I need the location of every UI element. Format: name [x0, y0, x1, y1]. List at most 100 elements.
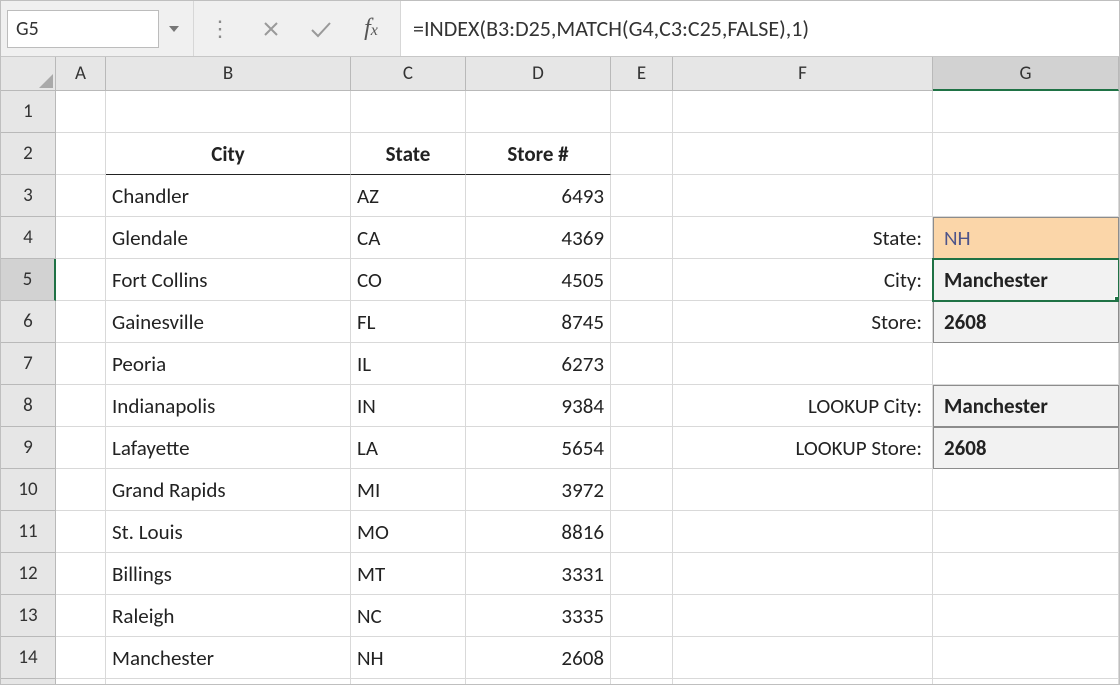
formula-expand-button[interactable]: ⋮: [196, 1, 246, 57]
cell-A1[interactable]: [56, 91, 106, 133]
insert-function-button[interactable]: fx: [346, 1, 396, 57]
cell-C1[interactable]: [351, 91, 466, 133]
cell-D13[interactable]: 3335: [466, 595, 611, 637]
cell-B2[interactable]: City: [106, 133, 351, 175]
cell-G13[interactable]: [933, 595, 1119, 637]
cell-G5[interactable]: Manchester: [933, 259, 1119, 301]
cell-C3[interactable]: AZ: [351, 175, 466, 217]
cell-F14[interactable]: [673, 637, 933, 679]
cell-D6[interactable]: 8745: [466, 301, 611, 343]
col-header-D[interactable]: D: [466, 57, 611, 91]
cell-D4[interactable]: 4369: [466, 217, 611, 259]
cell-D11[interactable]: 8816: [466, 511, 611, 553]
cell-F5[interactable]: City:: [673, 259, 933, 301]
col-header-A[interactable]: A: [56, 57, 106, 91]
cell-C10[interactable]: MI: [351, 469, 466, 511]
col-header-E[interactable]: E: [611, 57, 673, 91]
cell-F4[interactable]: State:: [673, 217, 933, 259]
cell-B10[interactable]: Grand Rapids: [106, 469, 351, 511]
row-header-12[interactable]: 12: [1, 553, 56, 595]
cell-B6[interactable]: Gainesville: [106, 301, 351, 343]
cell-E12[interactable]: [611, 553, 673, 595]
cell-E7[interactable]: [611, 343, 673, 385]
cell-C2[interactable]: State: [351, 133, 466, 175]
cell-B9[interactable]: Lafayette: [106, 427, 351, 469]
cell-E10[interactable]: [611, 469, 673, 511]
row-header-5[interactable]: 5: [1, 259, 56, 301]
cell-E11[interactable]: [611, 511, 673, 553]
cell-G1[interactable]: [933, 91, 1119, 133]
row-header-2[interactable]: 2: [1, 133, 56, 175]
cell-A4[interactable]: [56, 217, 106, 259]
cell-F11[interactable]: [673, 511, 933, 553]
select-all-button[interactable]: [1, 57, 56, 91]
cell-A6[interactable]: [56, 301, 106, 343]
cell-F12[interactable]: [673, 553, 933, 595]
cell-D2[interactable]: Store #: [466, 133, 611, 175]
col-header-B[interactable]: B: [106, 57, 351, 91]
cell-G10[interactable]: [933, 469, 1119, 511]
cell-B12[interactable]: Billings: [106, 553, 351, 595]
cell-A10[interactable]: [56, 469, 106, 511]
row-header-9[interactable]: 9: [1, 427, 56, 469]
cell-D3[interactable]: 6493: [466, 175, 611, 217]
cell-A3[interactable]: [56, 175, 106, 217]
cell-F3[interactable]: [673, 175, 933, 217]
formula-input[interactable]: =INDEX(B3:D25,MATCH(G4,C3:C25,FALSE),1): [400, 1, 1119, 56]
cell-A9[interactable]: [56, 427, 106, 469]
row-header-6[interactable]: 6: [1, 301, 56, 343]
col-header-G[interactable]: G: [933, 57, 1119, 91]
cell-E1[interactable]: [611, 91, 673, 133]
cell-F15[interactable]: [673, 679, 933, 684]
row-header-15[interactable]: 15: [1, 679, 56, 684]
cell-C14[interactable]: NH: [351, 637, 466, 679]
row-header-11[interactable]: 11: [1, 511, 56, 553]
cell-G9[interactable]: 2608: [933, 427, 1119, 469]
cell-F10[interactable]: [673, 469, 933, 511]
cell-B13[interactable]: Raleigh: [106, 595, 351, 637]
row-header-8[interactable]: 8: [1, 385, 56, 427]
cell-D1[interactable]: [466, 91, 611, 133]
cell-D9[interactable]: 5654: [466, 427, 611, 469]
cell-D8[interactable]: 9384: [466, 385, 611, 427]
cell-B11[interactable]: St. Louis: [106, 511, 351, 553]
cell-D10[interactable]: 3972: [466, 469, 611, 511]
cell-F2[interactable]: [673, 133, 933, 175]
cell-B3[interactable]: Chandler: [106, 175, 351, 217]
worksheet-grid[interactable]: A B C D E F G 1 2 Ci: [1, 57, 1119, 684]
cell-D14[interactable]: 2608: [466, 637, 611, 679]
cell-E9[interactable]: [611, 427, 673, 469]
cell-E5[interactable]: [611, 259, 673, 301]
cell-A5[interactable]: [56, 259, 106, 301]
row-header-7[interactable]: 7: [1, 343, 56, 385]
cell-B14[interactable]: Manchester: [106, 637, 351, 679]
cell-G6[interactable]: 2608: [933, 301, 1119, 343]
cell-C4[interactable]: CA: [351, 217, 466, 259]
cell-C9[interactable]: LA: [351, 427, 466, 469]
cell-E6[interactable]: [611, 301, 673, 343]
row-header-1[interactable]: 1: [1, 91, 56, 133]
cell-G2[interactable]: [933, 133, 1119, 175]
cell-E15[interactable]: [611, 679, 673, 684]
cell-B15[interactable]: Elizabeth: [106, 679, 351, 684]
cell-C12[interactable]: MT: [351, 553, 466, 595]
cell-A14[interactable]: [56, 637, 106, 679]
cell-C6[interactable]: FL: [351, 301, 466, 343]
row-header-10[interactable]: 10: [1, 469, 56, 511]
cell-E2[interactable]: [611, 133, 673, 175]
cell-C11[interactable]: MO: [351, 511, 466, 553]
cell-G7[interactable]: [933, 343, 1119, 385]
cell-A11[interactable]: [56, 511, 106, 553]
cell-E13[interactable]: [611, 595, 673, 637]
row-header-4[interactable]: 4: [1, 217, 56, 259]
cell-D7[interactable]: 6273: [466, 343, 611, 385]
cell-C7[interactable]: IL: [351, 343, 466, 385]
cell-C13[interactable]: NC: [351, 595, 466, 637]
row-header-3[interactable]: 3: [1, 175, 56, 217]
cell-E4[interactable]: [611, 217, 673, 259]
cell-F8[interactable]: LOOKUP City:: [673, 385, 933, 427]
cell-G15[interactable]: [933, 679, 1119, 684]
cell-F7[interactable]: [673, 343, 933, 385]
enter-button[interactable]: [296, 1, 346, 57]
cell-A7[interactable]: [56, 343, 106, 385]
